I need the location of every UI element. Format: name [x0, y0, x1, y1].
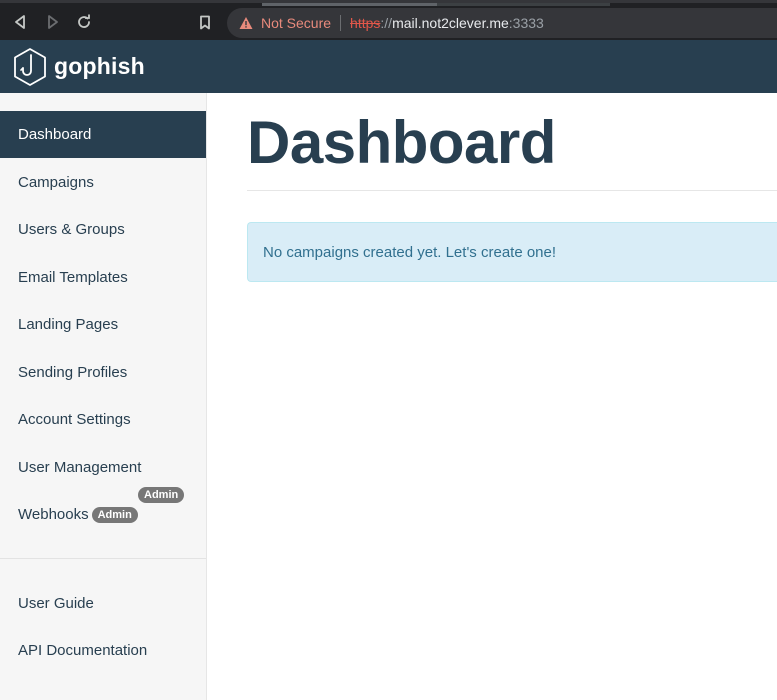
- sidebar-item-account-settings[interactable]: Account Settings: [0, 396, 206, 443]
- title-divider: [247, 190, 777, 191]
- sidebar-divider: [0, 558, 206, 559]
- sidebar-item-label: Sending Profiles: [18, 364, 128, 381]
- sidebar-item-label: Dashboard: [18, 126, 92, 143]
- address-bar[interactable]: Not Secure https://mail.not2clever.me:33…: [227, 8, 777, 38]
- address-divider: [340, 15, 342, 31]
- sidebar-item-user-management[interactable]: User Management: [0, 444, 206, 491]
- gophish-logo-icon[interactable]: [12, 47, 48, 87]
- sidebar-item-users-groups[interactable]: Users & Groups: [0, 206, 206, 253]
- browser-tab-active[interactable]: [262, 3, 437, 6]
- sidebar: Dashboard Campaigns Users & Groups Email…: [0, 93, 207, 700]
- sidebar-item-label: Campaigns: [18, 174, 94, 191]
- sidebar-item-api-documentation[interactable]: API Documentation: [0, 627, 206, 674]
- sidebar-item-label: API Documentation: [18, 642, 148, 659]
- sidebar-item-label: Webhooks: [18, 506, 89, 523]
- alert-text: No campaigns created yet. Let's create o…: [263, 243, 557, 261]
- url-port: :3333: [508, 15, 544, 31]
- back-icon[interactable]: [10, 12, 30, 32]
- sidebar-item-label: Users & Groups: [18, 221, 125, 238]
- sidebar-item-label: Email Templates: [18, 269, 128, 286]
- sidebar-item-dashboard[interactable]: Dashboard: [0, 111, 206, 158]
- sidebar-item-webhooks[interactable]: Webhooks Admin: [0, 491, 206, 538]
- security-status[interactable]: Not Secure: [261, 15, 331, 31]
- url-separator: ://: [380, 15, 393, 31]
- admin-badge: Admin: [91, 506, 138, 523]
- sidebar-item-label: User Management: [18, 459, 142, 476]
- url-scheme: https: [350, 15, 381, 31]
- reload-icon[interactable]: [74, 12, 94, 32]
- sidebar-item-email-templates[interactable]: Email Templates: [0, 254, 206, 301]
- bookmark-icon[interactable]: [195, 12, 215, 32]
- sidebar-item-label: User Guide: [18, 595, 94, 612]
- browser-toolbar: Not Secure https://mail.not2clever.me:33…: [0, 0, 777, 40]
- sidebar-item-label: Account Settings: [18, 411, 131, 428]
- app-header: gophish: [0, 40, 777, 93]
- url-host: mail.not2clever.me: [392, 15, 509, 31]
- page-title: Dashboard: [247, 109, 556, 176]
- no-campaigns-alert: No campaigns created yet. Let's create o…: [247, 222, 777, 282]
- sidebar-item-sending-profiles[interactable]: Sending Profiles: [0, 349, 206, 396]
- warning-icon: [239, 17, 253, 29]
- browser-tab[interactable]: [437, 3, 610, 6]
- sidebar-item-campaigns[interactable]: Campaigns: [0, 159, 206, 206]
- forward-icon[interactable]: [43, 12, 63, 32]
- sidebar-item-label: Landing Pages: [18, 316, 119, 333]
- app-logo-text[interactable]: gophish: [54, 53, 145, 80]
- sidebar-item-landing-pages[interactable]: Landing Pages: [0, 301, 206, 348]
- sidebar-item-user-guide[interactable]: User Guide: [0, 580, 206, 627]
